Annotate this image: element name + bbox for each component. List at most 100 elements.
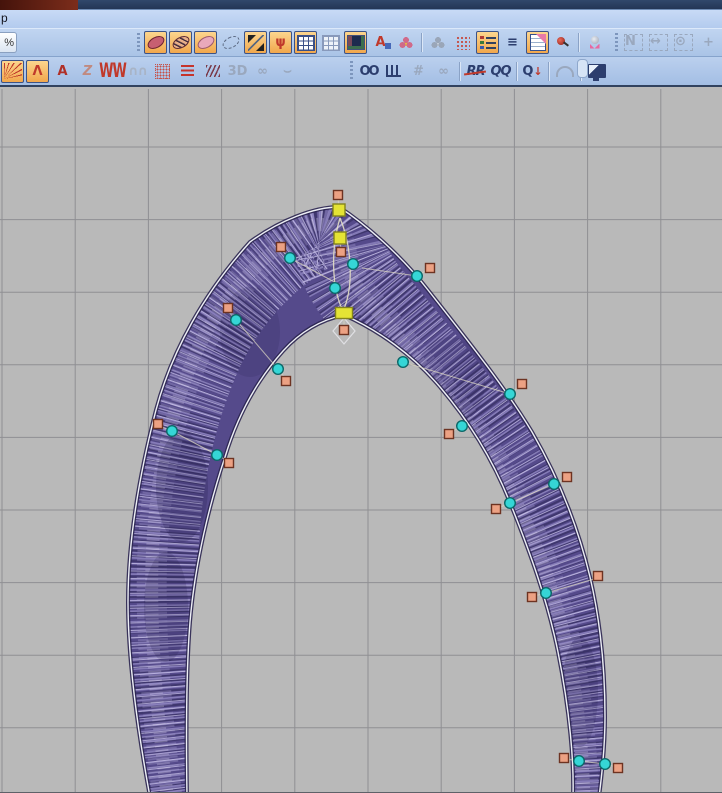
view-glasses-toggle[interactable]: ∞: [251, 60, 274, 83]
stitch-angle-tool[interactable]: ψ: [269, 31, 292, 54]
outline-control-node[interactable]: [424, 262, 436, 274]
stitch-angle-node[interactable]: [272, 363, 285, 376]
stitch-zigzag-tool[interactable]: Z: [76, 60, 99, 83]
stitch-angle-node[interactable]: [165, 425, 178, 438]
outline-control-node[interactable]: [338, 324, 350, 336]
design-properties-tool[interactable]: [526, 31, 549, 54]
motif-flower-tool[interactable]: [394, 31, 417, 54]
view-hat-toggle[interactable]: ⌣: [276, 60, 299, 83]
zoom-percent-field[interactable]: %: [0, 32, 17, 53]
reshape-tool[interactable]: [244, 31, 267, 54]
outline-control-node[interactable]: [223, 457, 235, 469]
stitch-triangle-tool-glyph: A: [57, 63, 68, 79]
stitch-angle-node[interactable]: [548, 478, 561, 491]
stitch-angle-node[interactable]: [504, 497, 517, 510]
toolbar-grip[interactable]: [350, 61, 353, 81]
stitch-zigzag-tool-glyph: Z: [82, 63, 93, 79]
stitch-peak-tool[interactable]: Λ: [26, 59, 49, 83]
grid-table-tool[interactable]: [294, 31, 317, 54]
stitch-angle-node[interactable]: [540, 587, 553, 600]
view-3d-toggle[interactable]: 3D: [226, 60, 249, 83]
design-canvas[interactable]: [0, 85, 722, 793]
select-box-tool[interactable]: N: [622, 31, 645, 54]
outline-control-node[interactable]: [335, 246, 347, 258]
bitmap-image-tool[interactable]: [344, 31, 367, 54]
menu-item-help-tail[interactable]: p: [0, 11, 8, 25]
outline-control-node[interactable]: [152, 418, 164, 430]
stitch-angle-tool-glyph: ψ: [275, 35, 286, 50]
stitch-angle-node[interactable]: [599, 758, 612, 771]
fill-contour-tool[interactable]: [194, 31, 217, 54]
resequence-tool[interactable]: Q: [521, 60, 544, 83]
pushpin-tool[interactable]: [551, 31, 574, 54]
outline-control-node[interactable]: [490, 503, 502, 515]
stitch-hatch-tool[interactable]: [201, 60, 224, 83]
outline-control-node[interactable]: [592, 570, 604, 582]
stitch-angle-node[interactable]: [397, 356, 410, 369]
lettering-tool-glyph: A: [375, 35, 391, 50]
curve-stack-tool[interactable]: [553, 60, 576, 83]
fill-satin-tool-glyph: [144, 33, 167, 52]
rotate-box-tool[interactable]: ⊙: [672, 31, 695, 54]
thread-chart-tool[interactable]: ≡: [501, 31, 524, 54]
motif-flower-tool-glyph: [398, 35, 413, 50]
selected-anchor-node[interactable]: [332, 203, 346, 217]
stitch-angle-node[interactable]: [504, 388, 517, 401]
toolbar-grip[interactable]: [137, 32, 140, 53]
lettering-tool[interactable]: A: [369, 31, 392, 54]
title-bar-strip: [78, 0, 722, 10]
duplicate-tool-glyph: QQ: [490, 63, 511, 79]
mesh-grid-tool[interactable]: #: [407, 60, 430, 83]
chain-link-tool[interactable]: ∞: [432, 60, 455, 83]
stitch-angle-node[interactable]: [347, 258, 360, 271]
rotate-box-tool-glyph: ⊙: [674, 34, 693, 51]
outline-control-node[interactable]: [612, 762, 624, 774]
mirror-box-tool-glyph: ↔: [649, 34, 668, 51]
columns-tool[interactable]: [382, 60, 405, 83]
stitch-angle-node[interactable]: [329, 282, 342, 295]
outline-control-node[interactable]: [443, 428, 455, 440]
stitch-angle-node[interactable]: [229, 314, 242, 327]
selected-anchor-node-wide[interactable]: [334, 306, 354, 320]
stitch-triangle-tool[interactable]: A: [51, 60, 74, 83]
stitch-dotfill-tool[interactable]: [151, 60, 174, 83]
screen-calibrate-tool[interactable]: [585, 60, 608, 83]
selected-anchor-node[interactable]: [333, 231, 347, 245]
outline-control-node[interactable]: [222, 302, 234, 314]
move-cross-tool[interactable]: +: [697, 31, 720, 54]
stitch-angle-node[interactable]: [284, 251, 297, 264]
fill-satin-tool[interactable]: [144, 31, 167, 54]
outline-control-node[interactable]: [280, 375, 292, 387]
view-hat-toggle-glyph: ⌣: [283, 63, 292, 79]
duplicate-tool[interactable]: QQ: [489, 60, 512, 83]
motif-flower-alt-tool[interactable]: [426, 31, 449, 54]
outline-control-node[interactable]: [332, 189, 344, 201]
remove-overlap-tool[interactable]: RR: [464, 60, 487, 83]
outline-dashed-tool-glyph: [219, 33, 242, 52]
stitch-fan-tool[interactable]: [1, 59, 24, 83]
outline-control-node[interactable]: [275, 241, 287, 253]
object-list-tool[interactable]: [476, 31, 499, 54]
stitch-lines-tool[interactable]: [176, 60, 199, 83]
stitch-wave-tool[interactable]: WW: [99, 60, 127, 83]
stitch-loops-tool[interactable]: ∩∩: [126, 60, 149, 83]
outline-control-node[interactable]: [526, 591, 538, 603]
toolbar-grip[interactable]: [615, 32, 618, 53]
pattern-dots-tool[interactable]: [451, 31, 474, 54]
stitch-angle-node[interactable]: [573, 755, 586, 768]
menu-bar: p: [0, 10, 722, 28]
stitch-angle-node[interactable]: [411, 270, 424, 283]
stitch-angle-node[interactable]: [456, 420, 469, 433]
grid-edit-tool[interactable]: [319, 31, 342, 54]
outline-control-node[interactable]: [558, 752, 570, 764]
outline-control-node[interactable]: [561, 471, 573, 483]
select-box-tool-glyph: N: [624, 34, 643, 51]
stitch-angle-node[interactable]: [210, 449, 223, 462]
toolbar-overflow-handle[interactable]: [577, 59, 588, 78]
outline-dashed-tool[interactable]: [219, 31, 242, 54]
mirror-box-tool[interactable]: ↔: [647, 31, 670, 54]
operator-profile-tool[interactable]: [583, 31, 606, 54]
outline-control-node[interactable]: [516, 378, 528, 390]
fill-hatch-tool[interactable]: [169, 31, 192, 54]
rings-tool[interactable]: OO: [357, 60, 380, 83]
